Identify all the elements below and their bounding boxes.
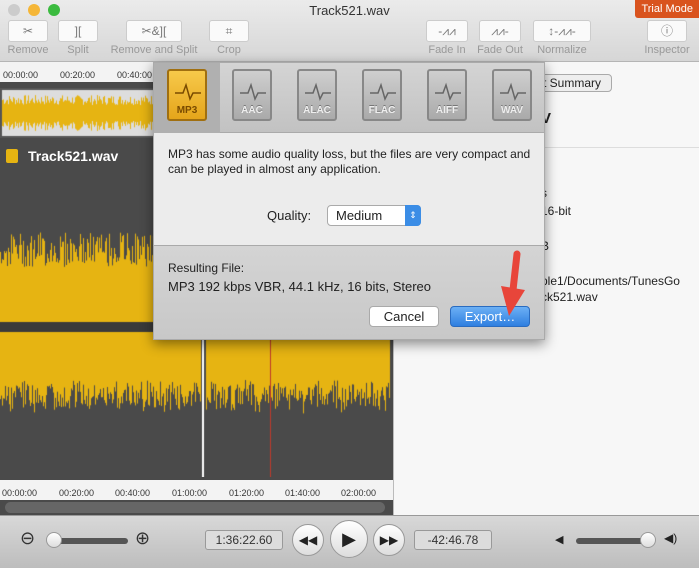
timeline-ruler: 00:00:00 00:20:00 00:40:00 01:00:00 01:2… [0, 480, 393, 500]
title-bar: Track521.wav Trial Mode ✂ Remove ][Split … [0, 0, 699, 62]
remaining-time: -42:46.78 [414, 530, 492, 550]
quality-label: Quality: [267, 208, 312, 223]
chevron-updown-icon: ⇕ [405, 205, 421, 226]
red-arrow-annotation [501, 250, 525, 316]
format-label: FLAC [368, 105, 396, 116]
waveform-icon [175, 82, 201, 101]
zoom-out-icon[interactable]: ⊖ [20, 528, 35, 549]
remove-split-icon: ✂&][ [126, 20, 182, 42]
remove-button[interactable]: ✂ Remove [6, 20, 50, 56]
window-title: Track521.wav [309, 3, 390, 18]
track-name: Track521.wav [28, 148, 119, 164]
zoom-in-icon[interactable]: ⊕ [135, 528, 150, 549]
crop-icon: ⌗ [209, 20, 249, 42]
cancel-button[interactable]: Cancel [369, 306, 439, 327]
horizontal-scrollbar[interactable] [5, 502, 385, 513]
inspector-button[interactable]: ⓘ Inspector [640, 20, 694, 56]
format-aac-button[interactable]: AAC [232, 69, 272, 121]
format-label: ALAC [303, 105, 331, 116]
result-label: Resulting File: [168, 261, 245, 275]
result-section: Resulting File: MP3 192 kbps VBR, 44.1 k… [154, 245, 544, 339]
waveform-icon [370, 82, 396, 101]
split-button[interactable]: ][Split [58, 20, 98, 56]
format-label: AAC [241, 105, 263, 116]
volume-slider-knob[interactable] [640, 532, 656, 548]
normalize-icon: ↕-⩘⩘- [533, 20, 591, 42]
format-flac-button[interactable]: FLAC [362, 69, 402, 121]
fade-out-icon: ⩘⩘- [479, 20, 521, 42]
format-label: WAV [500, 105, 524, 116]
normalize-button[interactable]: ↕-⩘⩘- Normalize [530, 20, 594, 56]
volume-low-icon: ◀ [555, 534, 564, 546]
rewind-button[interactable]: ◀◀ [292, 524, 324, 556]
transport-bar: ⊖ ⊕ 1:36:22.60 ◀◀ ▶ ▶▶ -42:46.78 ◀ ◀) [0, 515, 699, 568]
waveform-icon [305, 82, 331, 101]
export-popover: MP3 AAC ALAC FLAC AIFF WAV MP3 has some audio… [153, 62, 545, 340]
volume-high-icon: ◀) [664, 531, 678, 545]
crop-button[interactable]: ⌗ Crop [208, 20, 250, 56]
format-aiff-button[interactable]: AIFF [427, 69, 467, 121]
quality-select[interactable]: Medium ⇕ [327, 205, 421, 226]
format-label: AIFF [435, 105, 459, 116]
play-button[interactable]: ▶ [330, 520, 368, 558]
waveform-icon [500, 82, 526, 101]
elapsed-time: 1:36:22.60 [205, 530, 283, 550]
scissors-icon: ✂ [8, 20, 48, 42]
format-label: MP3 [176, 105, 198, 116]
format-mp3-button[interactable]: MP3 [167, 69, 207, 121]
zoom-slider-knob[interactable] [46, 532, 62, 548]
fade-out-button[interactable]: ⩘⩘- Fade Out [474, 20, 526, 56]
fast-forward-button[interactable]: ▶▶ [373, 524, 405, 556]
trial-mode-badge[interactable]: Trial Mode [635, 0, 699, 18]
result-value: MP3 192 kbps VBR, 44.1 kHz, 16 bits, Ste… [168, 279, 432, 294]
info-icon: ⓘ [647, 20, 687, 42]
remove-and-split-button[interactable]: ✂&][Remove and Split [104, 20, 204, 56]
tab-summary[interactable]: t Summary [534, 74, 612, 92]
fade-in-button[interactable]: -⩘⩘ Fade In [424, 20, 470, 56]
file-icon [6, 149, 18, 163]
waveform-icon [435, 82, 461, 101]
format-selector: MP3 AAC ALAC FLAC AIFF WAV [154, 63, 544, 133]
format-alac-button[interactable]: ALAC [297, 69, 337, 121]
waveform-icon [240, 82, 266, 101]
split-icon: ][ [58, 20, 98, 42]
fade-in-icon: -⩘⩘ [426, 20, 468, 42]
format-wav-button[interactable]: WAV [492, 69, 532, 121]
format-description: MP3 has some audio quality loss, but the… [168, 147, 531, 176]
